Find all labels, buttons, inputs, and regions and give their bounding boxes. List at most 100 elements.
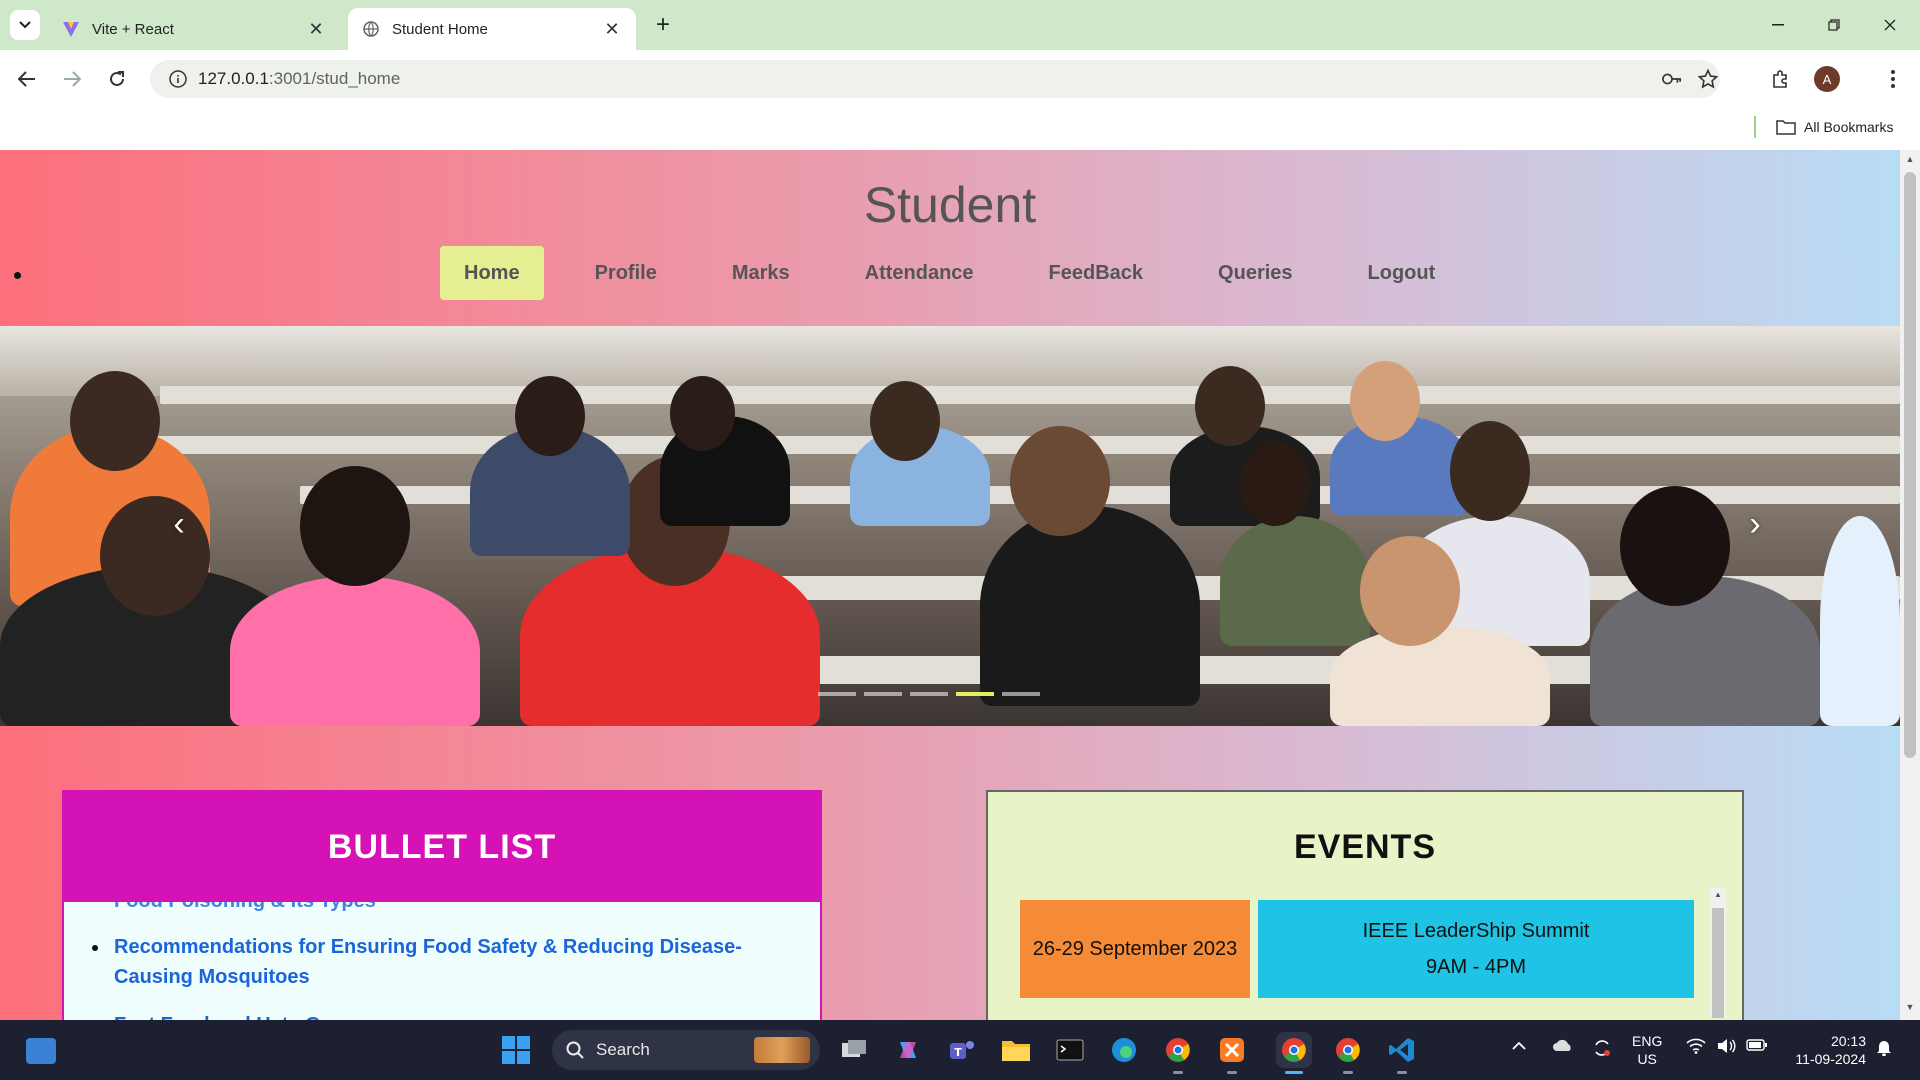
all-bookmarks-button[interactable]: All Bookmarks bbox=[1776, 114, 1893, 140]
bookmark-star-icon[interactable] bbox=[1698, 69, 1718, 89]
vscode-icon[interactable] bbox=[1384, 1032, 1420, 1074]
taskbar-search[interactable]: Search bbox=[552, 1030, 820, 1070]
minimize-button[interactable] bbox=[1750, 0, 1806, 50]
nav-marks[interactable]: Marks bbox=[708, 246, 814, 300]
teams-icon[interactable]: T bbox=[944, 1032, 980, 1068]
url-text: 127.0.0.1:3001/stud_home bbox=[198, 69, 401, 88]
carousel-indicators bbox=[818, 692, 1048, 696]
bullet-list-title: BULLET LIST bbox=[64, 792, 820, 902]
nav-logout[interactable]: Logout bbox=[1344, 246, 1460, 300]
stray-bullet bbox=[14, 272, 21, 279]
copilot-icon[interactable] bbox=[890, 1032, 926, 1068]
site-info-icon[interactable] bbox=[158, 70, 198, 88]
tab-title: Vite + React bbox=[92, 20, 174, 38]
back-button[interactable] bbox=[12, 64, 42, 94]
address-bar[interactable]: 127.0.0.1:3001/stud_home bbox=[150, 60, 1720, 98]
edge-icon[interactable] bbox=[1106, 1032, 1142, 1068]
chevron-right-icon: › bbox=[1749, 504, 1761, 543]
page-scrollbar[interactable]: ▲ ▼ bbox=[1900, 150, 1920, 1020]
carousel-prev-button[interactable]: ‹ bbox=[164, 504, 194, 544]
carousel-indicator[interactable] bbox=[1002, 692, 1040, 696]
language-indicator[interactable]: ENG US bbox=[1632, 1032, 1662, 1068]
extensions-button[interactable] bbox=[1766, 64, 1796, 94]
event-time: 9AM - 4PM bbox=[1425, 956, 1527, 978]
puzzle-icon bbox=[1773, 70, 1787, 88]
bookmarks-bar: All Bookmarks bbox=[0, 108, 1920, 150]
close-tab-icon[interactable]: ✕ bbox=[602, 19, 622, 40]
chevron-left-icon: ‹ bbox=[173, 504, 185, 543]
carousel-indicator[interactable] bbox=[818, 692, 856, 696]
chevron-up-icon bbox=[1512, 1041, 1526, 1050]
page-title: Student bbox=[863, 177, 1037, 233]
list-item[interactable]: Recommendations for Ensuring Food Safety… bbox=[92, 932, 760, 992]
carousel-indicator-active[interactable] bbox=[956, 692, 994, 696]
globe-icon bbox=[362, 20, 380, 38]
volume-icon[interactable] bbox=[1716, 1038, 1736, 1057]
chevron-down-icon bbox=[19, 21, 31, 29]
search-label: Search bbox=[596, 1040, 650, 1059]
task-view-icon[interactable] bbox=[836, 1032, 872, 1068]
arrow-left-icon bbox=[18, 71, 35, 87]
hero-carousel[interactable]: ‹ › bbox=[0, 326, 1900, 726]
reload-button[interactable] bbox=[102, 64, 132, 94]
main-nav: Home Profile Marks Attendance FeedBack Q… bbox=[440, 246, 1486, 300]
show-hidden-icons[interactable] bbox=[1512, 1038, 1526, 1054]
xampp-icon[interactable] bbox=[1214, 1032, 1250, 1074]
event-card[interactable]: IEEE LeaderShip Summit 9AM - 4PM bbox=[1258, 900, 1694, 998]
restore-button[interactable] bbox=[1806, 0, 1862, 50]
reload-icon bbox=[110, 71, 124, 86]
close-window-button[interactable] bbox=[1862, 0, 1918, 50]
event-name: IEEE LeaderShip Summit bbox=[1362, 920, 1590, 942]
search-highlight-image bbox=[754, 1037, 810, 1063]
bullet-list[interactable]: Food Poisoning & Its Types Recommendatio… bbox=[64, 902, 820, 1020]
carousel-indicator[interactable] bbox=[910, 692, 948, 696]
close-tab-icon[interactable]: ✕ bbox=[306, 19, 326, 40]
folder-icon bbox=[1776, 120, 1796, 135]
search-icon bbox=[566, 1041, 584, 1059]
event-date: 26-29 September 2023 bbox=[1020, 900, 1250, 998]
notification-bell-icon[interactable] bbox=[1876, 1038, 1892, 1059]
terminal-icon[interactable] bbox=[1052, 1032, 1088, 1068]
os-taskbar: Search T ENG US 20:13 11-09-2024 bbox=[0, 1020, 1920, 1080]
nav-feedback[interactable]: FeedBack bbox=[1025, 246, 1168, 300]
new-tab-button[interactable]: + bbox=[648, 10, 678, 40]
bullet-list-panel: BULLET LIST Food Poisoning & Its Types R… bbox=[62, 790, 822, 1020]
wifi-icon[interactable] bbox=[1686, 1038, 1706, 1057]
browser-toolbar: 127.0.0.1:3001/stud_home A bbox=[0, 50, 1920, 108]
minimize-icon bbox=[1772, 24, 1784, 26]
profile-button[interactable]: A bbox=[1812, 64, 1842, 94]
list-item[interactable]: Fast Food and Hate Groups bbox=[114, 1010, 760, 1020]
tab-search-button[interactable] bbox=[10, 10, 40, 40]
battery-icon[interactable] bbox=[1746, 1038, 1768, 1055]
chrome-active-icon[interactable] bbox=[1276, 1032, 1312, 1074]
nav-profile[interactable]: Profile bbox=[571, 246, 681, 300]
events-scrollbar-thumb[interactable] bbox=[1712, 908, 1724, 1018]
events-scrollbar[interactable]: ▲ bbox=[1710, 888, 1726, 1018]
system-clock[interactable]: 20:13 11-09-2024 bbox=[1782, 1032, 1866, 1068]
page-scrollbar-thumb[interactable] bbox=[1904, 172, 1916, 758]
widgets-icon[interactable] bbox=[26, 1038, 56, 1064]
nav-attendance[interactable]: Attendance bbox=[841, 246, 998, 300]
chrome-profile-j-icon[interactable] bbox=[1160, 1032, 1196, 1074]
clock-time: 20:13 bbox=[1830, 1033, 1866, 1049]
scroll-up-icon[interactable]: ▲ bbox=[1904, 154, 1916, 164]
windows-start-icon[interactable] bbox=[502, 1036, 530, 1064]
scroll-down-icon[interactable]: ▼ bbox=[1904, 1002, 1916, 1012]
onedrive-icon[interactable] bbox=[1552, 1038, 1574, 1055]
tab-student-home[interactable]: Student Home ✕ bbox=[348, 8, 636, 50]
carousel-next-button[interactable]: › bbox=[1740, 504, 1770, 544]
sync-icon[interactable] bbox=[1592, 1038, 1612, 1061]
nav-queries[interactable]: Queries bbox=[1194, 246, 1316, 300]
file-explorer-icon[interactable] bbox=[998, 1032, 1034, 1068]
avatar: A bbox=[1814, 66, 1840, 92]
browser-menu-button[interactable] bbox=[1878, 64, 1908, 94]
tab-vite-react[interactable]: Vite + React ✕ bbox=[48, 8, 340, 50]
nav-home[interactable]: Home bbox=[440, 246, 544, 300]
vite-logo-icon bbox=[62, 20, 80, 38]
forward-button[interactable] bbox=[57, 64, 87, 94]
scroll-up-icon[interactable]: ▲ bbox=[1710, 890, 1726, 899]
chrome-profile-icon[interactable] bbox=[1330, 1032, 1366, 1074]
carousel-indicator[interactable] bbox=[864, 692, 902, 696]
password-key-icon[interactable] bbox=[1662, 69, 1682, 89]
restore-icon bbox=[1828, 19, 1840, 31]
